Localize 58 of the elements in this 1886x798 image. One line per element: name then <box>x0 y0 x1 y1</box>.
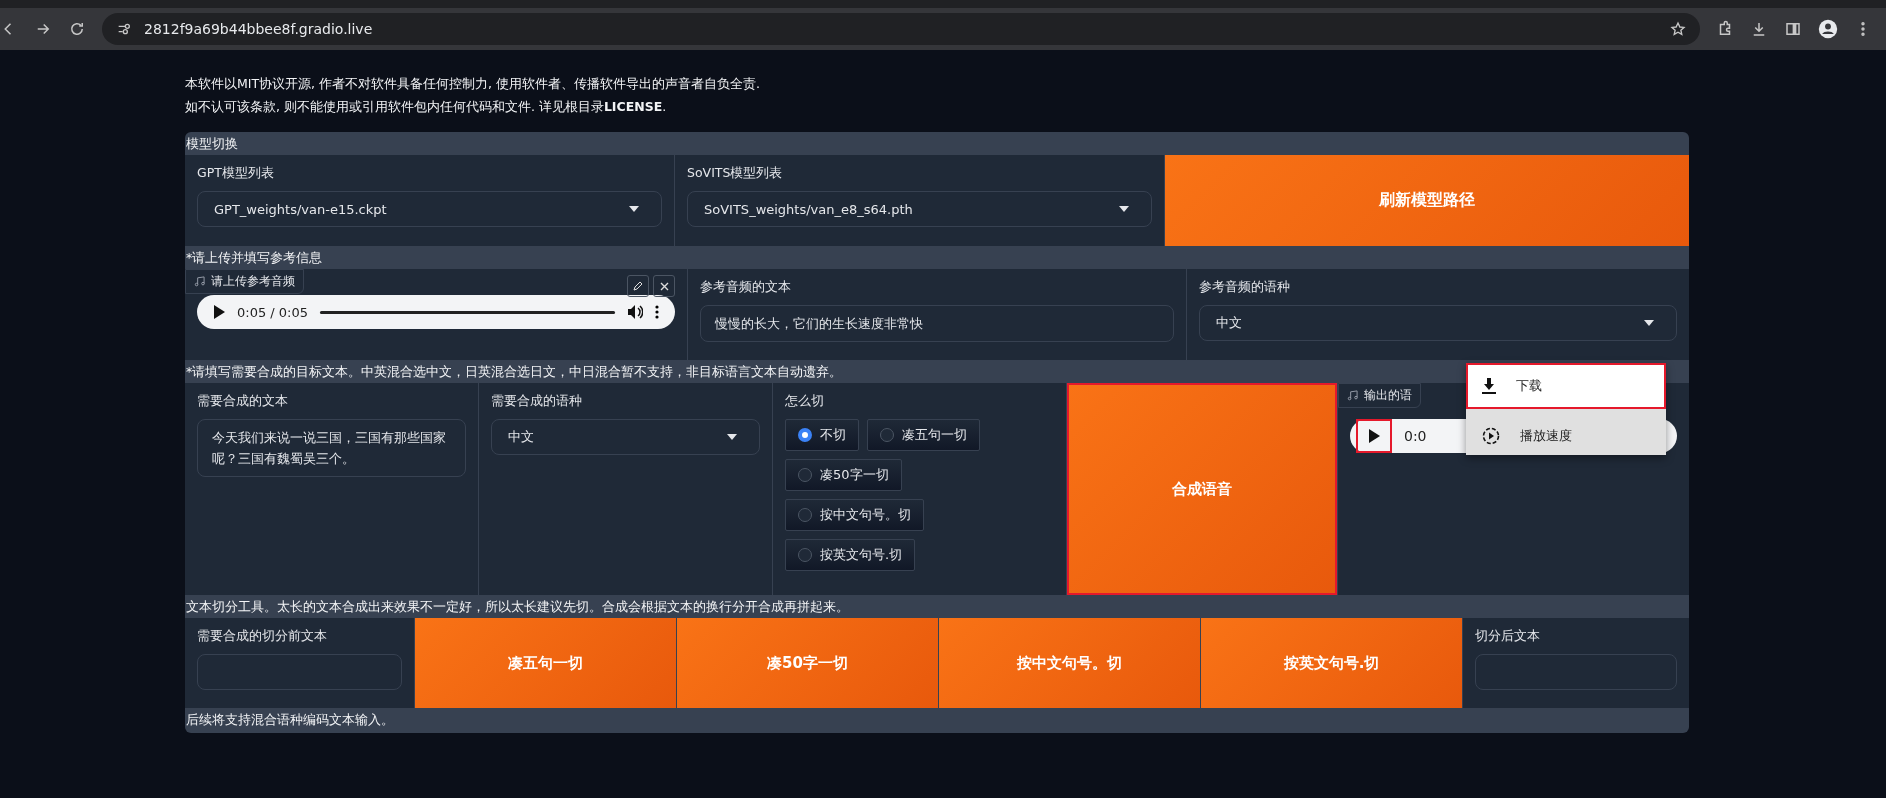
playback-speed-icon <box>1482 427 1500 445</box>
field-label: 怎么切 <box>785 393 825 410</box>
section-title: *请上传并填写参考信息 <box>185 249 324 267</box>
play-button[interactable] <box>1356 419 1392 453</box>
field-label: SoVITS模型列表 <box>687 165 784 182</box>
radio-option[interactable]: 凑50字一切 <box>785 459 902 491</box>
audio-label-tag: 输出的语 <box>1338 383 1421 408</box>
text-field[interactable]: 今天我们来说一说三国，三国有那些国家呢？三国有魏蜀吴三个。 <box>197 419 466 477</box>
close-icon <box>659 281 669 291</box>
section-title: *请填写需要合成的目标文本。中英混合选中文，日英混合选日文，中日混合暂不支持，非目标语言文本自动遗弃。 <box>185 363 844 381</box>
field-label: 需要合成的语种 <box>491 393 583 410</box>
music-note-icon <box>194 276 205 287</box>
text-field[interactable]: 慢慢的长大，它们的生长速度非常快 <box>700 305 1174 342</box>
field-label: 参考音频的语种 <box>1199 279 1291 296</box>
field-label: 切分后文本 <box>1475 628 1541 645</box>
audio-time: 0:0 <box>1404 428 1427 444</box>
audio-label-tag: 请上传参考音频 <box>185 269 304 294</box>
play-icon[interactable] <box>1368 429 1380 443</box>
text-field[interactable] <box>1475 654 1677 690</box>
field-label: 需要合成的文本 <box>197 393 289 410</box>
download-icon <box>1482 378 1496 394</box>
field-label: 需要合成的切分前文本 <box>197 628 328 645</box>
pencil-icon <box>633 281 643 291</box>
volume-icon[interactable] <box>627 304 643 320</box>
site-info-icon[interactable] <box>116 21 132 37</box>
url-text: 2812f9a69b44bbee8f.gradio.live <box>144 21 373 37</box>
text-field[interactable] <box>197 654 402 690</box>
dropdown[interactable]: 中文 <box>1199 305 1677 341</box>
menu-item[interactable]: 播放速度 <box>1466 409 1666 455</box>
audio-player[interactable]: 0:05 / 0:05 <box>197 295 675 329</box>
play-icon[interactable] <box>213 305 225 319</box>
license-notice: 本软件以MIT协议开源, 作者不对软件具备任何控制力, 使用软件者、传播软件导出的声音者自负全责. <box>185 75 761 93</box>
section-title: 模型切换 <box>185 135 239 153</box>
dropdown-arrow-icon <box>1119 206 1129 212</box>
dropdown[interactable]: SoVITS_weights/van_e8_s64.pth <box>687 191 1152 227</box>
star-icon[interactable] <box>1670 21 1686 37</box>
radio-option[interactable]: 凑五句一切 <box>867 419 980 451</box>
footer-note: 后续将支持混合语种编码文本输入。 <box>185 711 395 729</box>
music-note-icon <box>1347 390 1358 401</box>
reload-icon[interactable] <box>68 20 86 38</box>
radio-option[interactable]: 按英文句号.切 <box>785 539 916 571</box>
menu-item[interactable]: 下载 <box>1466 363 1666 409</box>
dropdown-arrow-icon <box>727 434 737 440</box>
dropdown[interactable]: 中文 <box>491 419 760 455</box>
address-field[interactable]: 2812f9a69b44bbee8f.gradio.live <box>102 13 1700 45</box>
section-title: 文本切分工具。太长的文本合成出来效果不一定好，所以太长建议先切。合成会根据文本的换行分开合成再拼起来。 <box>185 598 850 616</box>
audio-time: 0:05 / 0:05 <box>237 304 309 320</box>
field-label: GPT模型列表 <box>197 165 275 182</box>
license-notice: 如不认可该条款, 则不能使用或引用软件包内任何代码和文件. 详见根目录LICENSE. <box>185 98 668 116</box>
radio-option[interactable]: 不切 <box>785 419 859 451</box>
profile-icon[interactable] <box>1818 19 1838 39</box>
radio-option[interactable]: 按中文句号。切 <box>785 499 924 531</box>
more-options-icon[interactable] <box>655 305 659 319</box>
dropdown-arrow-icon <box>629 206 639 212</box>
field-label: 参考音频的文本 <box>700 279 792 296</box>
sidebar-icon[interactable] <box>1784 20 1802 38</box>
dropdown-arrow-icon <box>1644 320 1654 326</box>
dropdown[interactable]: GPT_weights/van-e15.ckpt <box>197 191 662 227</box>
